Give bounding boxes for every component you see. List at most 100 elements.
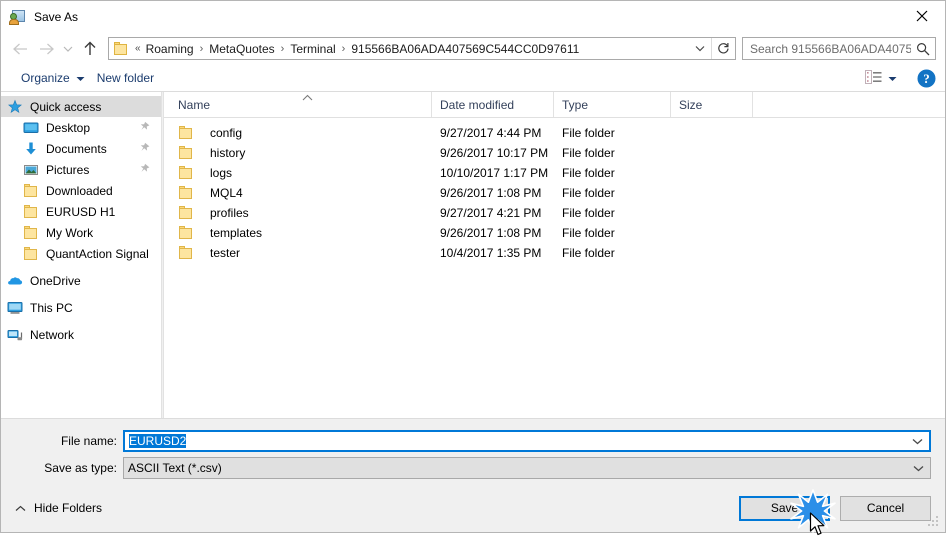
close-icon [916,10,928,22]
column-header-type[interactable]: Type [554,92,671,117]
sidebar-item-quick-access[interactable]: Quick access [1,96,161,117]
hide-folders-button[interactable]: Hide Folders [15,501,102,515]
forward-arrow-icon [39,43,54,54]
file-name-value-wrap: EURUSD2 [125,434,905,448]
folder-icon [23,183,39,199]
sidebar-item-documents[interactable]: Documents [1,138,161,159]
sidebar-item-eurusd-h1[interactable]: EURUSD H1 [1,201,161,222]
breadcrumb-separator-icon[interactable]: › [196,43,208,55]
up-button[interactable] [77,36,103,62]
search-box[interactable]: Search 915566BA06ADA40756... [742,37,936,60]
table-row[interactable]: MQL4 9/26/2017 1:08 PM File folder [164,183,945,203]
pin-icon[interactable] [139,142,150,156]
file-name: profiles [210,206,249,220]
cancel-button[interactable]: Cancel [840,495,931,521]
sidebar-item-onedrive[interactable]: OneDrive [1,270,161,291]
table-row[interactable]: history 9/26/2017 10:17 PM File folder [164,143,945,163]
recent-locations-button[interactable] [59,36,77,62]
column-header-name[interactable]: Name [178,92,432,117]
file-name: templates [210,226,263,240]
breadcrumb-item-roaming[interactable]: Roaming [144,42,196,56]
breadcrumb-item-terminal-id[interactable]: 915566BA06ADA407569C544CC0D97611 [349,42,581,56]
caret-up-icon [15,505,26,512]
file-date-cell: 10/4/2017 1:35 PM [440,246,542,260]
file-name-cell: templates [178,225,432,241]
desktop-icon [23,120,39,136]
mouse-cursor-icon [809,511,827,538]
breadcrumb: « Roaming › MetaQuotes › Terminal › 9155… [133,42,689,56]
pin-icon[interactable] [139,121,150,135]
file-name-cell: config [178,125,432,141]
breadcrumb-item-terminal[interactable]: Terminal [288,42,337,56]
sidebar-item-network[interactable]: Network [1,324,161,345]
table-row[interactable]: templates 9/26/2017 1:08 PM File folder [164,223,945,243]
organize-button[interactable]: Organize [15,67,91,89]
sidebar-item-downloaded[interactable]: Downloaded [1,180,161,201]
organize-label: Organize [21,71,70,85]
table-row[interactable]: logs 10/10/2017 1:17 PM File folder [164,163,945,183]
sidebar-item-label: This PC [30,300,73,315]
breadcrumb-overflow[interactable]: « [133,43,144,54]
folder-icon [23,204,39,220]
search-input[interactable]: Search 915566BA06ADA40756... [743,42,911,56]
sidebar-item-desktop[interactable]: Desktop [1,117,161,138]
file-type-cell: File folder [562,186,615,200]
sidebar-item-label: Network [30,327,75,342]
save-button[interactable]: Save [739,488,836,535]
column-headers: Name Date modified Type Size [164,92,945,118]
breadcrumb-item-metaquotes[interactable]: MetaQuotes [207,42,276,56]
search-icon [911,42,935,56]
forward-button[interactable] [33,36,59,62]
pin-icon[interactable] [139,163,150,177]
hide-folders-label: Hide Folders [34,501,103,515]
back-button[interactable] [7,36,33,62]
caret-down-icon [76,71,85,85]
table-row[interactable]: profiles 9/27/2017 4:21 PM File folder [164,203,945,223]
sidebar-item-label: EURUSD H1 [46,204,116,219]
sidebar-item-this-pc[interactable]: This PC [1,297,161,318]
file-name-cell: history [178,145,432,161]
table-row[interactable]: config 9/27/2017 4:44 PM File folder [164,123,945,143]
caret-down-icon [888,71,897,85]
star-icon [7,99,23,115]
folder-icon [23,246,39,262]
column-header-label: Type [562,97,589,112]
column-header-size[interactable]: Size [671,92,753,117]
column-header-date-modified[interactable]: Date modified [432,92,554,117]
file-list: Name Date modified Type Size config 9/27… [164,92,945,418]
resize-grip-icon[interactable] [927,515,940,528]
help-button[interactable]: ? [915,67,937,89]
table-row[interactable]: tester 10/4/2017 1:35 PM File folder [164,243,945,263]
save-as-type-dropdown-button[interactable] [906,465,930,472]
save-as-type-select[interactable]: ASCII Text (*.csv) [123,457,931,479]
sidebar-item-label: My Work [46,225,94,240]
file-date-cell: 10/10/2017 1:17 PM [440,166,549,180]
sidebar-item-pictures[interactable]: Pictures [1,159,161,180]
sidebar-item-my-work[interactable]: My Work [1,222,161,243]
file-type-cell: File folder [562,126,615,140]
sidebar-item-label: Desktop [46,120,91,135]
file-name-dropdown-button[interactable] [905,438,929,445]
folder-icon [178,185,194,201]
file-name-input[interactable]: EURUSD2 [123,430,931,452]
sidebar-item-label: OneDrive [30,273,81,288]
file-type-cell: File folder [562,226,615,240]
save-button-label: Save [770,501,799,515]
save-as-dialog: Save As « Roaming › MetaQuotes › Termina… [0,0,946,535]
address-dropdown-button[interactable] [689,38,711,59]
network-icon [7,327,23,343]
file-rows: config 9/27/2017 4:44 PM File folder his… [164,118,945,418]
breadcrumb-separator-icon[interactable]: › [338,43,350,55]
address-bar[interactable]: « Roaming › MetaQuotes › Terminal › 9155… [108,37,736,60]
change-view-button[interactable] [861,67,901,89]
new-folder-button[interactable]: New folder [91,67,160,89]
file-name-cell: tester [178,245,432,261]
close-button[interactable] [899,1,945,31]
refresh-button[interactable] [711,38,735,59]
details-view-icon [865,69,882,87]
new-folder-label: New folder [96,71,155,85]
save-as-type-value: ASCII Text (*.csv) [128,461,222,475]
file-date-cell: 9/26/2017 1:08 PM [440,226,542,240]
breadcrumb-separator-icon[interactable]: › [277,43,289,55]
sidebar-item-quantaction-signal[interactable]: QuantAction Signal [1,243,161,264]
